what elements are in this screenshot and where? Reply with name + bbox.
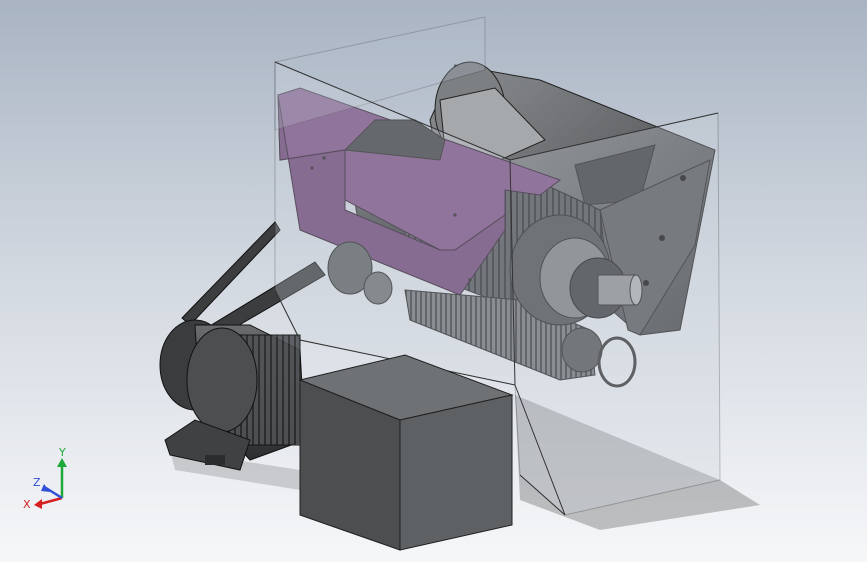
triad-x-label: X: [23, 498, 31, 511]
cad-model-render[interactable]: Y Z X: [0, 0, 867, 562]
triad-z-label: Z: [33, 476, 41, 489]
triad-y-label: Y: [58, 446, 66, 459]
electric-motor[interactable]: [159, 319, 306, 471]
gearbox[interactable]: [298, 354, 514, 551]
coordinate-triad: Y Z X: [23, 446, 67, 511]
graphics-viewport[interactable]: Y Z X: [0, 0, 867, 562]
